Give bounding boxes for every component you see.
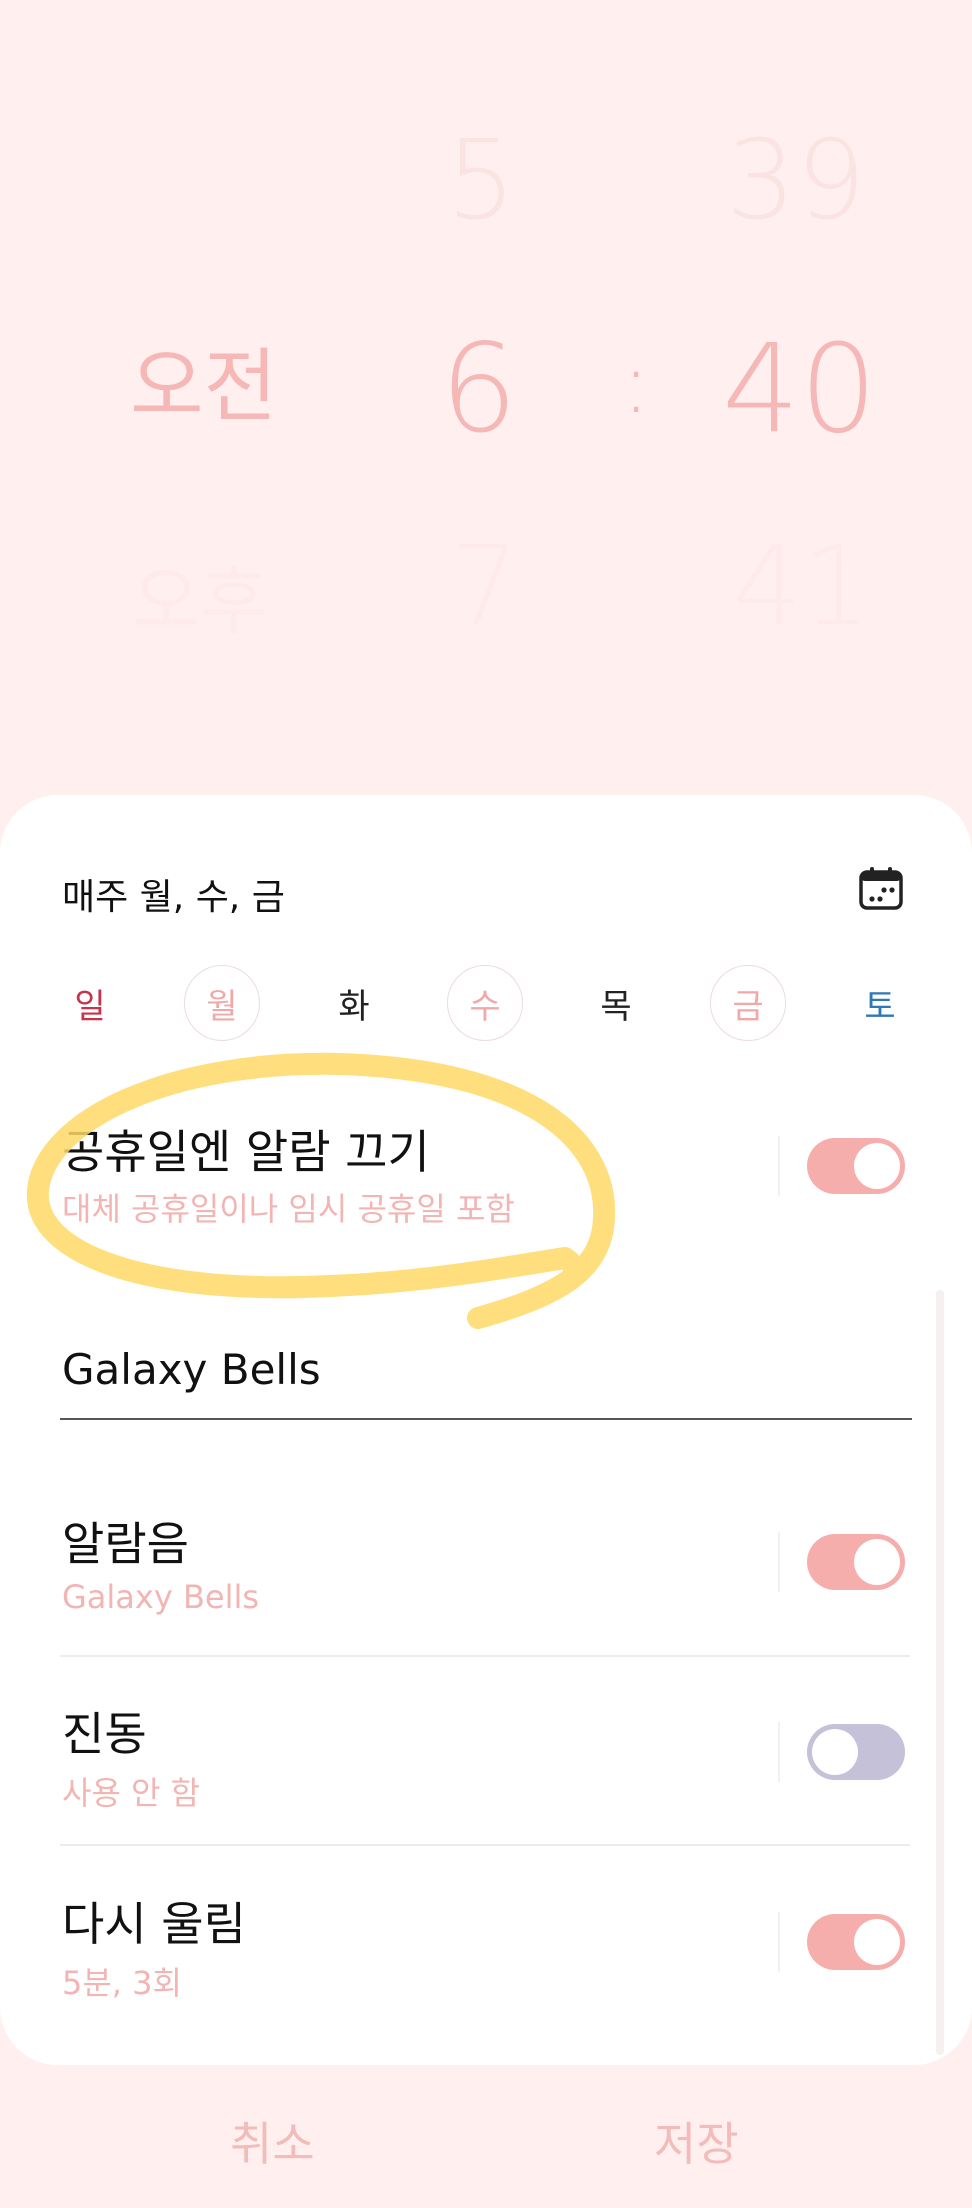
- hour-below[interactable]: 7: [450, 522, 520, 650]
- weekday-selector: 일 월 화 수 목 금 토: [0, 965, 972, 1045]
- cancel-button[interactable]: 취소: [230, 2108, 315, 2174]
- ampm-below[interactable]: 오후: [132, 542, 268, 649]
- day-fri[interactable]: 금: [710, 965, 786, 1041]
- hour-selected[interactable]: 6: [440, 318, 518, 460]
- holiday-subtitle: 대체 공휴일이나 임시 공휴일 포함: [62, 1190, 515, 1228]
- calendar-icon[interactable]: [858, 865, 904, 911]
- day-sat[interactable]: 토: [842, 965, 918, 1041]
- alarm-sound-subtitle: Galaxy Bells: [62, 1578, 260, 1616]
- alarm-sound-title: 알람음: [62, 1517, 189, 1571]
- day-tue[interactable]: 화: [316, 965, 392, 1041]
- time-picker[interactable]: 오전 오후 5 6 7 : 39 40 41: [0, 0, 972, 780]
- day-label: 금: [732, 986, 764, 1027]
- day-sun[interactable]: 일: [52, 965, 128, 1041]
- day-label: 수: [469, 986, 501, 1027]
- alarm-sound-row[interactable]: 알람음 Galaxy Bells: [0, 1500, 972, 1650]
- row-divider: [778, 1912, 780, 1972]
- day-label: 토: [864, 986, 896, 1027]
- holiday-toggle[interactable]: [807, 1138, 905, 1194]
- hour-above[interactable]: 5: [446, 116, 516, 244]
- divider: [60, 1655, 910, 1657]
- snooze-title: 다시 울림: [62, 1897, 246, 1951]
- vibration-subtitle: 사용 안 함: [62, 1774, 201, 1812]
- day-thu[interactable]: 목: [578, 965, 654, 1041]
- day-label: 일: [74, 986, 106, 1027]
- snooze-row[interactable]: 다시 울림 5분, 3회: [0, 1880, 972, 2030]
- minute-below[interactable]: 41: [732, 522, 872, 650]
- ampm-selected[interactable]: 오전: [130, 322, 277, 438]
- scrollbar[interactable]: [936, 1290, 944, 2055]
- row-divider: [778, 1722, 780, 1782]
- day-label: 월: [206, 986, 238, 1027]
- alarm-settings-card: 매주 월, 수, 금 일 월 화 수 목 금 토: [0, 795, 972, 2065]
- toggle-knob: [812, 1729, 858, 1775]
- save-button[interactable]: 저장: [654, 2108, 739, 2174]
- day-label: 목: [600, 986, 632, 1027]
- vibration-title: 진동: [62, 1707, 147, 1761]
- alarm-name-input[interactable]: Galaxy Bells: [62, 1345, 321, 1394]
- day-label: 화: [338, 986, 370, 1027]
- divider: [60, 1844, 910, 1846]
- vibration-toggle[interactable]: [807, 1724, 905, 1780]
- minute-selected[interactable]: 40: [722, 318, 877, 460]
- snooze-toggle[interactable]: [807, 1914, 905, 1970]
- toggle-knob: [854, 1539, 900, 1585]
- snooze-subtitle: 5분, 3회: [62, 1964, 182, 2002]
- minute-above[interactable]: 39: [726, 116, 866, 244]
- time-separator: :: [622, 334, 651, 432]
- row-divider: [778, 1136, 780, 1196]
- row-divider: [778, 1532, 780, 1592]
- toggle-knob: [854, 1919, 900, 1965]
- alarm-name-underline: [60, 1418, 912, 1420]
- toggle-knob: [854, 1143, 900, 1189]
- day-wed[interactable]: 수: [447, 965, 523, 1041]
- day-mon[interactable]: 월: [184, 965, 260, 1041]
- vibration-row[interactable]: 진동 사용 안 함: [0, 1690, 972, 1840]
- holiday-title: 공휴일엔 알람 끄기: [62, 1125, 430, 1179]
- repeat-summary: 매주 월, 수, 금: [62, 877, 285, 918]
- holiday-off-row[interactable]: 공휴일엔 알람 끄기 대체 공휴일이나 임시 공휴일 포함: [0, 1100, 972, 1260]
- alarm-sound-toggle[interactable]: [807, 1534, 905, 1590]
